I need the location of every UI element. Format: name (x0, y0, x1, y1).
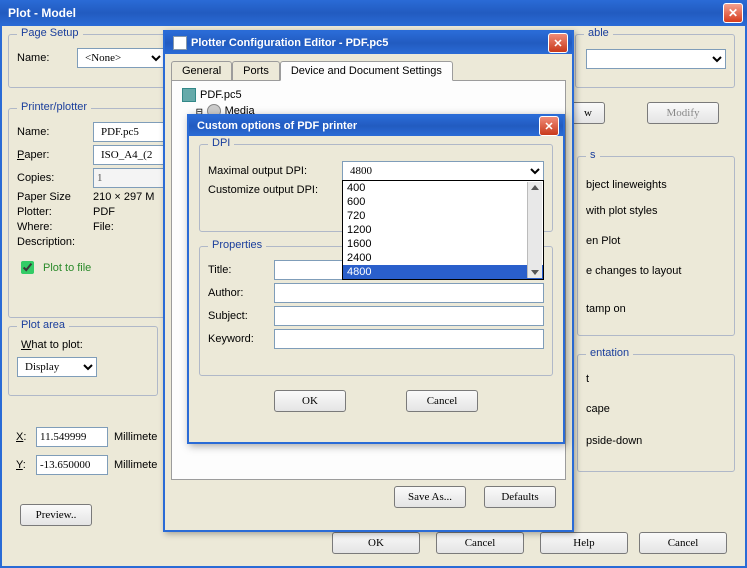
offset-block: X: Millimete Y: Millimete (16, 424, 157, 478)
papersize-value: 210 × 297 M (93, 191, 154, 203)
printer-icon (173, 36, 187, 50)
pce-tabs: General Ports Device and Document Settin… (171, 61, 566, 81)
orientation-legend: entation (586, 347, 633, 359)
x-label: X: (16, 431, 30, 443)
dpi-option[interactable]: 400 (343, 181, 543, 195)
author-input[interactable] (274, 283, 544, 303)
able-legend: able (584, 27, 613, 39)
cust-dpi-label: Customize output DPI: (208, 184, 336, 196)
orient-cape: cape (586, 403, 610, 415)
description-label: Description: (17, 236, 87, 248)
subject-label: Subject: (208, 310, 268, 322)
keyword-label: Keyword: (208, 333, 268, 345)
w-button[interactable]: w (571, 102, 605, 124)
cop-ok-button[interactable]: OK (274, 390, 346, 412)
dpi-option[interactable]: 1200 (343, 223, 543, 237)
defaults-button[interactable]: Defaults (484, 486, 556, 508)
cop-titlebar: Custom options of PDF printer ✕ (189, 116, 563, 136)
saveas-button[interactable]: Save As... (394, 486, 466, 508)
plotter-value: PDF (93, 206, 115, 218)
dpi-option[interactable]: 600 (343, 195, 543, 209)
x-input[interactable] (36, 427, 108, 447)
main-bottom-buttons: OK Cancel Help (332, 532, 628, 554)
x-unit: Millimete (114, 431, 157, 443)
tree-root[interactable]: PDF.pc5 (178, 87, 559, 103)
pce-title: Plotter Configuration Editor - PDF.pc5 (191, 37, 548, 49)
max-dpi-label: Maximal output DPI: (208, 165, 336, 177)
dpi-option[interactable]: 1600 (343, 237, 543, 251)
subject-input[interactable] (274, 306, 544, 326)
plot-title: Plot - Model (8, 6, 723, 20)
orient-upside: pside-down (586, 435, 642, 447)
cop-title: Custom options of PDF printer (197, 120, 539, 132)
what-to-plot-label: What to plot: (21, 339, 149, 351)
plot-cancel-right-button[interactable]: Cancel (639, 532, 727, 554)
dpi-legend: DPI (208, 137, 234, 149)
enplot-text: en Plot (586, 235, 620, 247)
scrollbar[interactable] (527, 182, 542, 278)
keyword-input[interactable] (274, 329, 544, 349)
tree-root-label: PDF.pc5 (200, 89, 242, 101)
dpi-group: DPI Maximal output DPI: 4800 400 600 720… (199, 144, 553, 232)
printer-name-label: Name: (17, 126, 87, 138)
plot-to-file-checkbox[interactable] (21, 261, 34, 274)
plot-to-file-label: Plot to file (43, 262, 91, 274)
right-options-legend: s (586, 149, 600, 161)
right-options-group: s bject lineweights with plot styles en … (577, 156, 735, 336)
max-dpi-combo[interactable]: 4800 (342, 161, 544, 181)
copies-label: Copies: (17, 172, 87, 184)
lineweights-text: bject lineweights (586, 179, 667, 191)
tab-ports[interactable]: Ports (232, 61, 280, 81)
what-to-plot-combo[interactable]: Display (17, 357, 97, 377)
plotter-label: Plotter: (17, 206, 87, 218)
properties-legend: Properties (208, 239, 266, 251)
pagesetup-name-label: Name: (17, 52, 71, 64)
page-setup-legend: Page Setup (17, 27, 83, 39)
tab-device[interactable]: Device and Document Settings (280, 61, 453, 81)
tab-general[interactable]: General (171, 61, 232, 81)
cop-close-icon[interactable]: ✕ (539, 116, 559, 136)
papersize-label: Paper Size (17, 191, 87, 203)
author-label: Author: (208, 287, 268, 299)
y-input[interactable] (36, 455, 108, 475)
preview-button[interactable]: Preview.. (20, 504, 92, 526)
right-top-combo[interactable] (586, 49, 726, 69)
dpi-dropdown-list[interactable]: 400 600 720 1200 1600 2400 4800 (342, 180, 544, 280)
plot-area-group: Plot area What to plot: Display (8, 326, 158, 396)
printer-tree-icon (182, 88, 196, 102)
dpi-option-selected[interactable]: 4800 (343, 265, 543, 279)
dpi-option[interactable]: 2400 (343, 251, 543, 265)
close-icon[interactable]: ✕ (723, 3, 743, 23)
plotstyles-text: with plot styles (586, 205, 658, 217)
where-label: Where: (17, 221, 87, 233)
y-label: Y: (16, 459, 30, 471)
orient-t: t (586, 373, 589, 385)
pagesetup-name-combo[interactable]: <None> (77, 48, 165, 68)
tamp-text: tamp on (586, 303, 626, 315)
plot-ok-button[interactable]: OK (332, 532, 420, 554)
plot-cancel-button[interactable]: Cancel (436, 532, 524, 554)
pce-close-icon[interactable]: ✕ (548, 33, 568, 53)
plot-area-legend: Plot area (17, 319, 69, 331)
custom-options-dialog: Custom options of PDF printer ✕ DPI Maxi… (187, 114, 565, 444)
plot-help-button[interactable]: Help (540, 532, 628, 554)
modify-button: Modify (647, 102, 719, 124)
y-unit: Millimete (114, 459, 157, 471)
changes-text: e changes to layout (586, 265, 681, 277)
dpi-option[interactable]: 720 (343, 209, 543, 223)
right-top-group: able (575, 34, 735, 88)
title-label: Title: (208, 264, 268, 276)
printer-legend: Printer/plotter (17, 101, 91, 113)
paper-label: Paper: (17, 149, 87, 161)
pce-titlebar: Plotter Configuration Editor - PDF.pc5 ✕ (165, 32, 572, 54)
orientation-group: entation t cape pside-down (577, 354, 735, 472)
cop-cancel-button[interactable]: Cancel (406, 390, 478, 412)
where-value: File: (93, 221, 114, 233)
plot-titlebar: Plot - Model ✕ (0, 0, 747, 26)
